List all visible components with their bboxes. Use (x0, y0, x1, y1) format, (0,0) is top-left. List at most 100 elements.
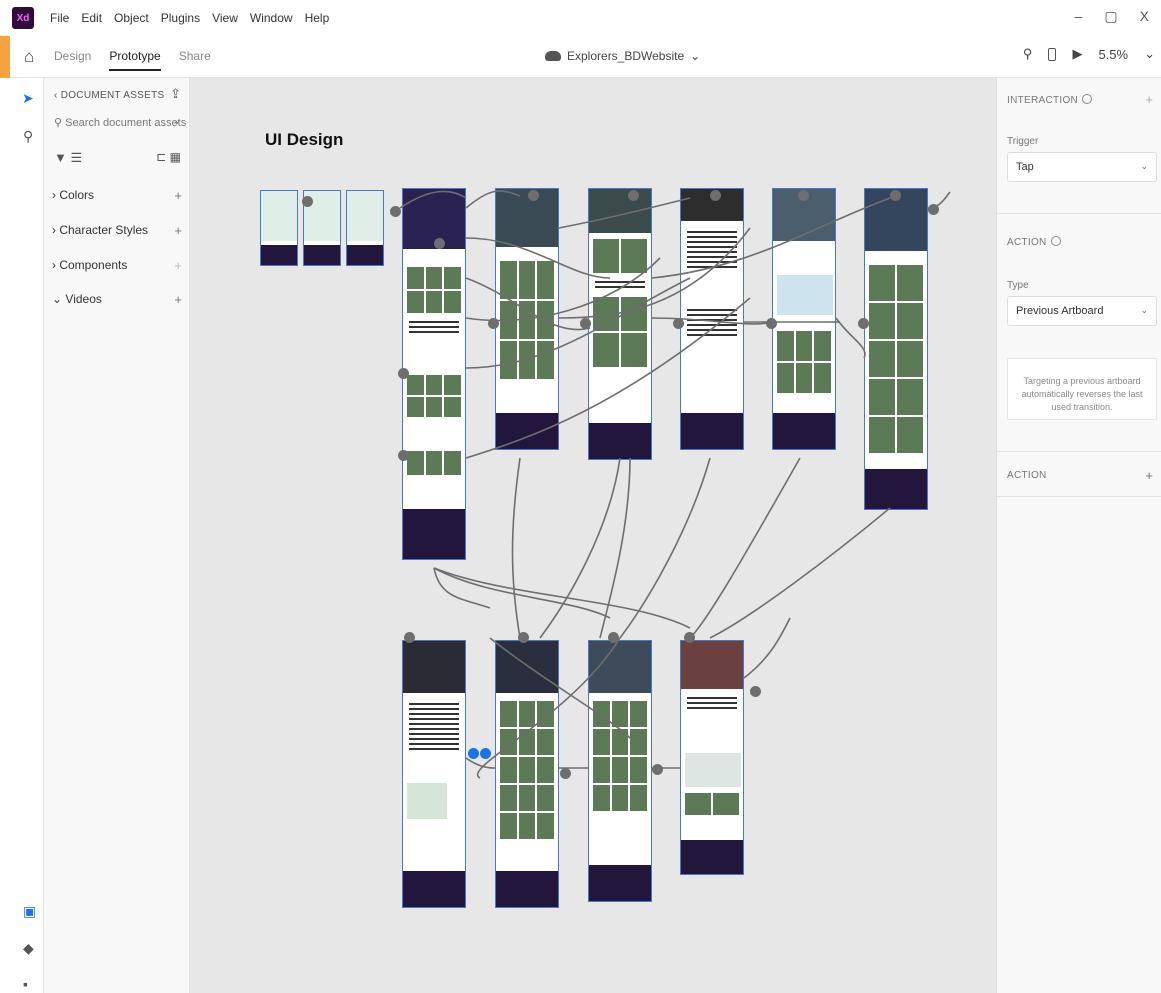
wire-group (399, 190, 951, 779)
menu-edit[interactable]: Edit (81, 11, 102, 25)
tab-share[interactable]: Share (179, 49, 211, 71)
window-controls: – ▢ X (1075, 8, 1149, 25)
wire-node[interactable] (608, 632, 619, 643)
plugins-icon[interactable]: ▪ (23, 976, 28, 992)
wire-node[interactable] (404, 632, 415, 643)
wire-node[interactable] (434, 238, 445, 249)
info-icon[interactable] (1050, 236, 1061, 246)
wire-node[interactable] (684, 632, 695, 643)
wire-node[interactable] (750, 686, 761, 697)
wire-node[interactable] (302, 196, 313, 207)
wire-node[interactable] (652, 764, 663, 775)
zoom-level[interactable]: 5.5% (1098, 47, 1128, 62)
add-interaction-icon[interactable]: + (1145, 92, 1153, 107)
restore-button[interactable]: ▢ (1104, 8, 1117, 25)
trigger-label: Trigger (1007, 136, 1039, 147)
wire-node[interactable] (518, 632, 529, 643)
export-icon[interactable]: ⇪ (170, 86, 181, 102)
divider (997, 451, 1161, 452)
zoom-tool-icon[interactable]: ⚲ (23, 128, 33, 145)
wire-node[interactable] (798, 190, 809, 201)
transition-note: Targeting a previous artboard automatica… (1007, 358, 1157, 420)
section-components[interactable]: › Components + (52, 258, 182, 273)
divider (997, 213, 1161, 214)
wire-node[interactable] (628, 190, 639, 201)
view-toggle-icon[interactable]: ⊏ ▦ (156, 150, 181, 164)
toolbar: ⌂ Design Prototype Share Explorers_BDWeb… (10, 36, 1161, 78)
tab-design[interactable]: Design (54, 49, 91, 71)
action2-header: ACTION (1007, 470, 1047, 481)
section-videos[interactable]: ⌄ Videos + (52, 292, 182, 307)
wire-node[interactable] (890, 190, 901, 201)
wire-node[interactable] (858, 318, 869, 329)
minimize-button[interactable]: – (1075, 8, 1083, 25)
wire-node[interactable] (398, 368, 409, 379)
menu-bar: Xd File Edit Object Plugins View Window … (0, 0, 1161, 36)
add-character-style-icon[interactable]: + (174, 223, 182, 238)
section-label: Colors (59, 188, 95, 202)
user-icon[interactable]: ⚲ (1023, 46, 1033, 62)
wire-node[interactable] (488, 318, 499, 329)
selected-wire-node[interactable] (480, 748, 491, 759)
wire-node[interactable] (580, 318, 591, 329)
section-colors[interactable]: › Colors + (52, 188, 182, 203)
document-assets-panel: ‹ DOCUMENT ASSETS ⇪ ⚲ Search document as… (44, 78, 190, 993)
section-label: Character Styles (59, 223, 149, 237)
mode-tabs: Design Prototype Share (54, 49, 211, 71)
add-color-icon[interactable]: + (174, 188, 182, 203)
menu-view[interactable]: View (212, 11, 238, 25)
add-component-icon[interactable]: + (174, 258, 182, 273)
search-input[interactable]: ⚲ Search document assets (54, 116, 186, 129)
menu-plugins[interactable]: Plugins (161, 11, 200, 25)
wire-node[interactable] (398, 450, 409, 461)
wire-node[interactable] (710, 190, 721, 201)
wire-node[interactable] (928, 204, 939, 215)
caret-icon: ⌄ (52, 292, 63, 306)
caret-icon: › (52, 188, 56, 202)
divider (997, 496, 1161, 497)
menu-window[interactable]: Window (250, 11, 293, 25)
wire-node[interactable] (673, 318, 684, 329)
design-canvas[interactable]: UI Design (190, 78, 996, 993)
trigger-select[interactable]: Tap ⌄ (1007, 152, 1157, 182)
info-icon[interactable] (1082, 94, 1093, 104)
tab-prototype[interactable]: Prototype (109, 49, 161, 71)
caret-icon: › (52, 223, 56, 237)
xd-logo-icon: Xd (12, 7, 34, 29)
menu-help[interactable]: Help (305, 11, 330, 25)
close-button[interactable]: X (1140, 8, 1149, 25)
wire-node[interactable] (528, 190, 539, 201)
menu-object[interactable]: Object (114, 11, 149, 25)
document-title: Explorers_BDWebsite (567, 49, 685, 63)
play-icon[interactable]: ▶ (1072, 46, 1082, 62)
device-preview-icon[interactable] (1048, 47, 1057, 61)
caret-icon: › (52, 258, 56, 272)
action-header: ACTION (1007, 236, 1061, 248)
cloud-icon (545, 51, 561, 61)
zoom-chevron-icon[interactable]: ⌄ (1144, 46, 1155, 62)
search-filter-chevron-icon[interactable]: ⌄ (173, 116, 181, 127)
wire-node[interactable] (766, 318, 777, 329)
assets-header[interactable]: ‹ DOCUMENT ASSETS (54, 90, 165, 101)
wire-node[interactable] (390, 206, 401, 217)
select-tool-icon[interactable]: ➤ (22, 90, 34, 107)
section-character-styles[interactable]: › Character Styles + (52, 223, 182, 238)
property-inspector: INTERACTION + Trigger Tap ⌄ ACTION Type … (996, 78, 1161, 993)
interaction-header: INTERACTION (1007, 94, 1093, 106)
document-assets-icon[interactable]: ▣ (23, 903, 36, 920)
filter-icon[interactable]: ▼ ☰ (54, 150, 82, 166)
action-type-select[interactable]: Previous Artboard ⌄ (1007, 296, 1157, 326)
search-placeholder: Search document assets (65, 117, 187, 129)
document-title-button[interactable]: Explorers_BDWebsite ⌄ (545, 49, 700, 63)
toolbar-right: ⚲ ▶ 5.5% ⌄ (1023, 46, 1155, 62)
home-icon[interactable]: ⌂ (24, 47, 34, 67)
menu-file[interactable]: File (50, 11, 69, 25)
wire-node[interactable] (560, 768, 571, 779)
interaction-header-label: INTERACTION (1007, 95, 1079, 106)
layers-icon[interactable]: ◆ (23, 940, 34, 957)
add-video-icon[interactable]: + (174, 292, 182, 307)
add-action-icon[interactable]: + (1145, 468, 1153, 483)
chevron-down-icon: ⌄ (690, 49, 701, 63)
section-label: Components (59, 258, 128, 272)
selected-wire-node[interactable] (468, 748, 479, 759)
